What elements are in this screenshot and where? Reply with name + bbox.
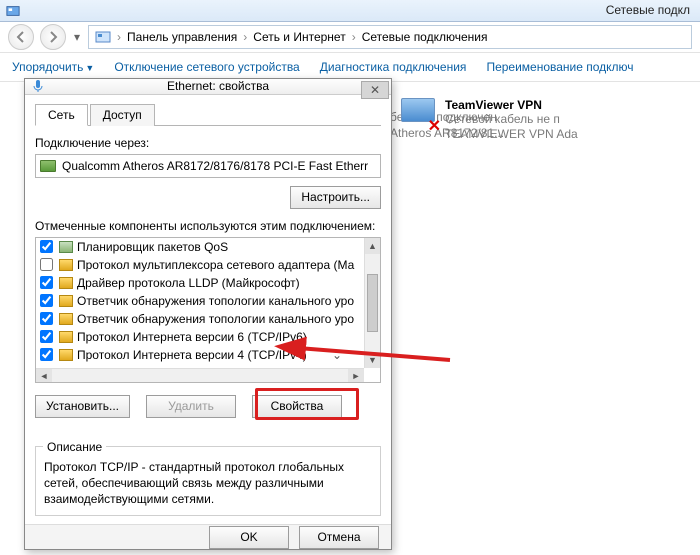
rename-link[interactable]: Переименование подключ: [486, 60, 633, 74]
scroll-left-icon[interactable]: ◄: [36, 369, 52, 382]
netitem-status: Сетевой кабель не п: [445, 112, 578, 127]
window-titlebar: Сетевые подкл: [0, 0, 700, 22]
protocol-icon: [59, 313, 73, 325]
component-label: Ответчик обнаружения топологии канальног…: [77, 294, 354, 308]
disconnected-overlay-icon: ✕: [428, 116, 441, 136]
protocol-icon: [59, 331, 73, 343]
dialog-titlebar[interactable]: Ethernet: свойства ✕: [25, 79, 391, 95]
protocol-icon: [59, 277, 73, 289]
install-button[interactable]: Установить...: [35, 395, 130, 418]
adapter-field: Qualcomm Atheros AR8172/8176/8178 PCI-E …: [35, 154, 381, 178]
window-title: Сетевые подкл: [606, 3, 690, 17]
component-checkbox[interactable]: [40, 330, 53, 343]
breadcrumb-sep: ›: [243, 30, 247, 44]
control-panel-icon: [6, 4, 20, 18]
component-label: Планировщик пакетов QoS: [77, 240, 228, 254]
component-label: Протокол Интернета версии 4 (TCP/IPv4): [77, 348, 307, 362]
tab-network[interactable]: Сеть: [35, 104, 88, 126]
protocol-icon: [59, 295, 73, 307]
description-label: Описание: [43, 440, 106, 454]
dialog-footer: OK Отмена: [25, 524, 391, 549]
component-row[interactable]: Протокол мультиплексора сетевого адаптер…: [36, 256, 364, 274]
component-row[interactable]: Протокол Интернета версии 6 (TCP/IPv6): [36, 328, 364, 346]
breadcrumb-seg2[interactable]: Сеть и Интернет: [253, 30, 345, 44]
breadcrumb-seg3[interactable]: Сетевые подключения: [362, 30, 488, 44]
scroll-down-icon[interactable]: ▼: [365, 352, 380, 368]
component-row[interactable]: Протокол Интернета версии 4 (TCP/IPv4) ⌄: [36, 346, 364, 364]
address-bar[interactable]: › Панель управления › Сеть и Интернет › …: [88, 25, 692, 49]
netitem-name: TeamViewer VPN: [445, 98, 578, 112]
breadcrumb-seg1[interactable]: Панель управления: [127, 30, 237, 44]
nic-icon: [40, 160, 56, 172]
component-checkbox[interactable]: [40, 276, 53, 289]
netitem-adapter: TEAMVIEWER VPN Ada: [445, 127, 578, 142]
history-dropdown-icon[interactable]: ▾: [72, 30, 82, 44]
component-label: Протокол Интернета версии 6 (TCP/IPv6): [77, 330, 307, 344]
properties-button[interactable]: Свойства: [252, 395, 342, 418]
network-folder-icon: [95, 29, 111, 45]
description-text: Протокол TCP/IP - стандартный протокол г…: [35, 446, 381, 517]
close-button[interactable]: ✕: [361, 81, 389, 99]
uninstall-button: Удалить: [146, 395, 236, 418]
dialog-tabs: Сеть Доступ: [35, 103, 381, 126]
cancel-button[interactable]: Отмена: [299, 526, 379, 549]
ethernet-properties-dialog: Ethernet: свойства ✕ Сеть Доступ Подключ…: [24, 78, 392, 550]
connect-via-label: Подключение через:: [35, 136, 381, 150]
adapter-icon: [31, 79, 45, 93]
horizontal-scrollbar[interactable]: ◄ ►: [36, 368, 364, 382]
component-checkbox[interactable]: [40, 240, 53, 253]
component-label: Ответчик обнаружения топологии канальног…: [77, 312, 354, 326]
dialog-title: Ethernet: свойства: [51, 79, 385, 93]
components-label: Отмеченные компоненты используются этим …: [35, 219, 381, 233]
breadcrumb-sep: ›: [117, 30, 121, 44]
ok-button[interactable]: OK: [209, 526, 289, 549]
organize-menu[interactable]: Упорядочить▼: [12, 60, 94, 74]
component-checkbox[interactable]: [40, 348, 53, 361]
breadcrumb-sep: ›: [352, 30, 356, 44]
chevron-down-icon[interactable]: ⌄: [332, 348, 342, 362]
configure-button[interactable]: Настроить...: [290, 186, 381, 209]
component-row[interactable]: Планировщик пакетов QoS: [36, 238, 364, 256]
scroll-up-icon[interactable]: ▲: [365, 238, 380, 254]
component-label: Протокол мультиплексора сетевого адаптер…: [77, 258, 354, 272]
component-checkbox[interactable]: [40, 258, 53, 271]
network-item-teamviewer[interactable]: ✕ TeamViewer VPN Сетевой кабель не п TEA…: [395, 94, 700, 146]
network-adapter-icon: ✕: [399, 98, 439, 134]
scroll-thumb[interactable]: [367, 274, 378, 332]
component-checkbox[interactable]: [40, 312, 53, 325]
component-row[interactable]: Драйвер протокола LLDP (Майкрософт): [36, 274, 364, 292]
forward-button[interactable]: [40, 24, 66, 50]
component-label: Драйвер протокола LLDP (Майкрософт): [77, 276, 300, 290]
component-checkbox[interactable]: [40, 294, 53, 307]
diagnose-link[interactable]: Диагностика подключения: [320, 60, 467, 74]
components-listbox[interactable]: Планировщик пакетов QoS Протокол мультипл…: [35, 237, 381, 383]
adapter-name: Qualcomm Atheros AR8172/8176/8178 PCI-E …: [62, 159, 368, 173]
back-button[interactable]: [8, 24, 34, 50]
component-row[interactable]: Ответчик обнаружения топологии канальног…: [36, 310, 364, 328]
service-icon: [59, 241, 73, 253]
scroll-right-icon[interactable]: ►: [348, 369, 364, 382]
vertical-scrollbar[interactable]: ▲ ▼: [364, 238, 380, 368]
protocol-icon: [59, 349, 73, 361]
disable-device-link[interactable]: Отключение сетевого устройства: [114, 60, 299, 74]
component-row[interactable]: Ответчик обнаружения топологии канальног…: [36, 292, 364, 310]
protocol-icon: [59, 259, 73, 271]
tab-access[interactable]: Доступ: [90, 104, 155, 126]
address-bar-row: ▾ › Панель управления › Сеть и Интернет …: [0, 22, 700, 52]
